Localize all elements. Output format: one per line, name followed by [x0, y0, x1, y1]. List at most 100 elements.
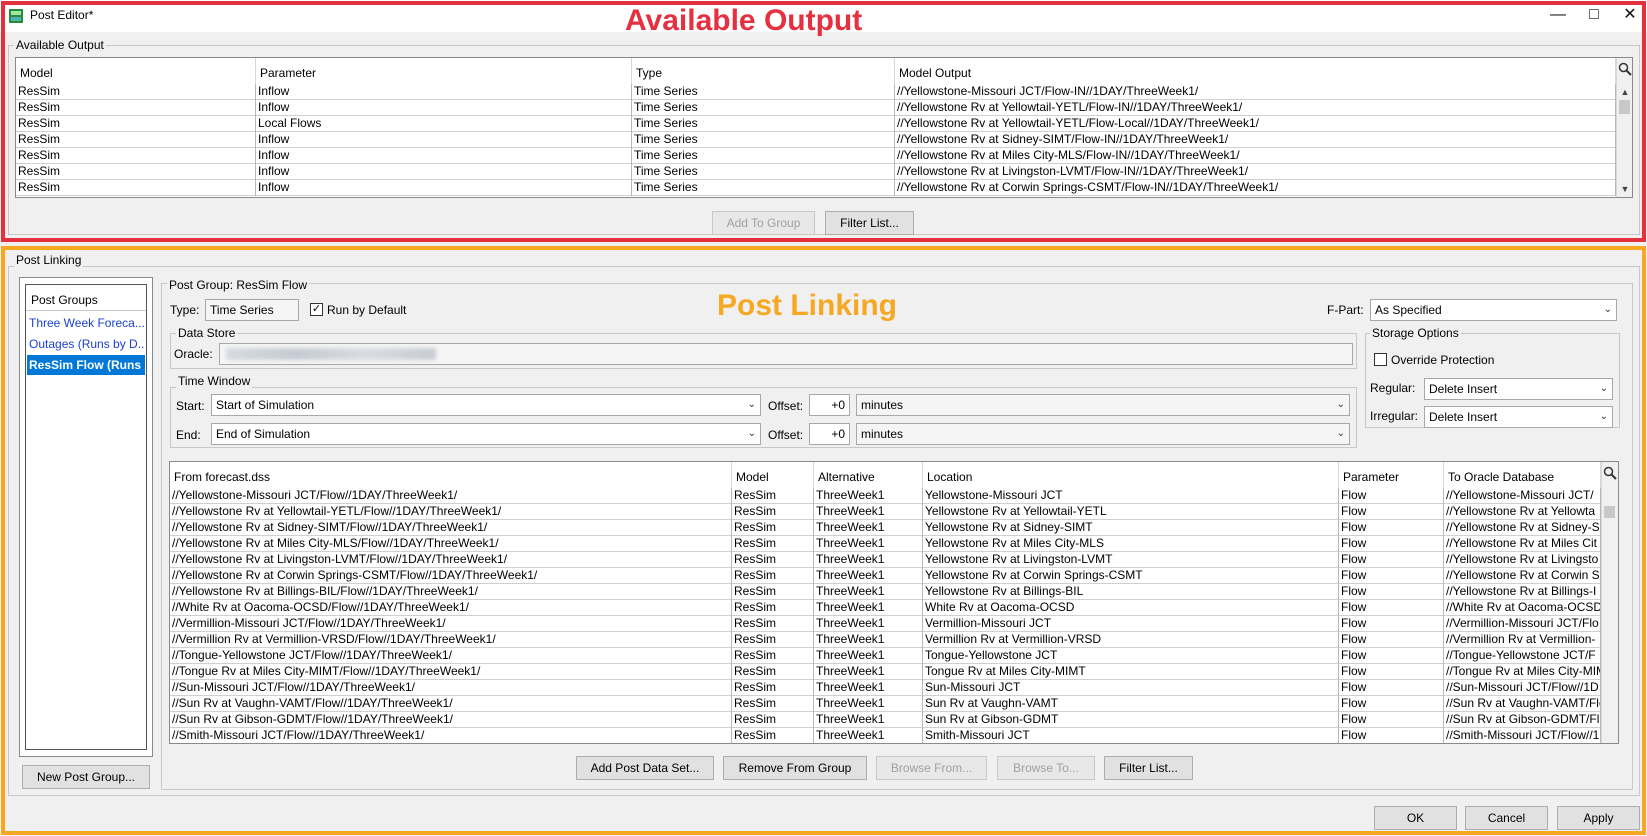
table-cell: //Yellowstone Rv at Yellowtail-YETL/Flow…	[895, 116, 1616, 132]
browse-to-button[interactable]: Browse To...	[997, 756, 1095, 780]
post-groups-list[interactable]: Post Groups Three Week Foreca... Outages…	[25, 284, 147, 750]
irregular-label: Irregular:	[1370, 409, 1419, 423]
post-group-item-selected[interactable]: ResSim Flow (Runs	[27, 355, 145, 375]
start-dropdown[interactable]: Start of Simulation ⌄	[211, 394, 761, 416]
remove-from-group-button[interactable]: Remove From Group	[723, 756, 867, 780]
table-cell: //Sun Rv at Vaughn-VAMT/Flow//1DAY/Three…	[170, 696, 732, 712]
table-cell: ResSim	[732, 632, 814, 648]
run-by-default-checkbox[interactable]: ✓	[310, 303, 323, 316]
table-cell: ResSim	[732, 520, 814, 536]
table-row[interactable]: //Yellowstone Rv at Billings-BIL/Flow//1…	[170, 584, 1601, 600]
table-cell: Sun Rv at Gibson-GDMT	[923, 712, 1339, 728]
chevron-down-icon: ⌄	[1599, 383, 1608, 394]
browse-from-button[interactable]: Browse From...	[876, 756, 987, 780]
column-header-parameter[interactable]: Parameter	[256, 58, 632, 84]
scrollbar-thumb[interactable]	[1619, 100, 1630, 114]
post-group-item[interactable]: Outages (Runs by D...	[27, 334, 145, 354]
ok-button[interactable]: OK	[1374, 806, 1457, 830]
column-header-type[interactable]: Type	[632, 58, 895, 84]
table-row[interactable]: //Sun-Missouri JCT/Flow//1DAY/ThreeWeek1…	[170, 680, 1601, 696]
table-row[interactable]: ResSim Inflow Time Series//Yellowstone Rv …	[16, 164, 1616, 180]
available-output-table[interactable]: Model Parameter Type Model Output ResSim…	[15, 57, 1633, 198]
end-offset-input[interactable]: +0	[809, 423, 850, 445]
regular-label: Regular:	[1370, 381, 1416, 395]
scroll-down-icon[interactable]: ▼	[1617, 182, 1632, 196]
chevron-down-icon: ⌄	[1599, 411, 1608, 422]
table-row[interactable]: //Smith-Missouri JCT/Flow//1DAY/ThreeWee…	[170, 728, 1601, 743]
table-row[interactable]: //Sun Rv at Vaughn-VAMT/Flow//1DAY/Three…	[170, 696, 1601, 712]
table-row[interactable]: //Vermillion Rv at Vermillion-VRSD/Flow/…	[170, 632, 1601, 648]
table-row[interactable]: //Yellowstone Rv at Livingston-LVMT/Flow…	[170, 552, 1601, 568]
table-row[interactable]: //Yellowstone Rv at Sidney-SIMT/Flow//1D…	[170, 520, 1601, 536]
irregular-dropdown[interactable]: Delete Insert ⌄	[1424, 406, 1613, 428]
cancel-button[interactable]: Cancel	[1465, 806, 1548, 830]
table-cell: ResSim	[16, 132, 256, 148]
apply-button[interactable]: Apply	[1557, 806, 1640, 830]
table-row[interactable]: ResSim Inflow Time Series//Yellowstone Rv …	[16, 180, 1616, 196]
table-row[interactable]: //Tongue-Yellowstone JCT/Flow//1DAY/Thre…	[170, 648, 1601, 664]
table-row[interactable]: ResSim Inflow Time Series//Yellowstone Rv …	[16, 100, 1616, 116]
end-units-dropdown[interactable]: minutes ⌄	[856, 423, 1350, 445]
column-header-location[interactable]: Location	[923, 462, 1339, 488]
add-to-group-button[interactable]: Add To Group	[712, 211, 815, 235]
table-cell: //Smith-Missouri JCT/Flow//1	[1446, 728, 1601, 743]
table-row[interactable]: //White Rv at Oacoma-OCSD/Flow//1DAY/Thr…	[170, 600, 1601, 616]
table-cell: //White Rv at Oacoma-OCSD	[1446, 600, 1601, 616]
table-row[interactable]: //Vermillion-Missouri JCT/Flow//1DAY/Thr…	[170, 616, 1601, 632]
table-row[interactable]: ResSim Local Flows Time Series//Yellowston…	[16, 116, 1616, 132]
table-cell: Flow	[1339, 536, 1444, 552]
close-icon[interactable]: ✕	[1618, 4, 1642, 26]
table-row[interactable]: //Yellowstone Rv at Yellowtail-YETL/Flow…	[170, 504, 1601, 520]
table-cell: //Yellowstone Rv at Livingston-LVMT/Flow…	[170, 552, 732, 568]
end-dropdown[interactable]: End of Simulation ⌄	[211, 423, 761, 445]
table-row[interactable]: //Yellowstone-Missouri JCT/Flow//1DAY/Th…	[170, 488, 1601, 504]
table-cell: Vermillion-Missouri JCT	[923, 616, 1339, 632]
available-output-scrollbar[interactable]: ▲ ▼	[1616, 58, 1632, 197]
table-cell: ResSim	[732, 488, 814, 504]
table-cell: ThreeWeek1	[814, 536, 923, 552]
post-linking-scrollbar[interactable]	[1601, 462, 1618, 743]
table-cell: ThreeWeek1	[814, 680, 923, 696]
column-header-parameter[interactable]: Parameter	[1339, 462, 1444, 488]
post-linking-label: Post Linking	[14, 253, 84, 267]
table-cell: Flow	[1339, 712, 1444, 728]
table-search-icon[interactable]	[1602, 462, 1618, 488]
start-offset-input[interactable]: +0	[809, 394, 850, 416]
override-protection-checkbox[interactable]	[1374, 353, 1387, 366]
table-cell: ResSim	[16, 84, 256, 100]
post-group-item[interactable]: Three Week Foreca...	[27, 313, 145, 333]
table-cell: ResSim	[732, 552, 814, 568]
table-row[interactable]: ResSim Inflow Time Series//Yellowstone Rv …	[16, 148, 1616, 164]
column-header-alternative[interactable]: Alternative	[814, 462, 923, 488]
table-row[interactable]: //Tongue Rv at Miles City-MIMT/Flow//1DA…	[170, 664, 1601, 680]
table-cell: Time Series	[632, 84, 895, 100]
filter-list-button[interactable]: Filter List...	[1104, 756, 1193, 780]
table-row[interactable]: //Yellowstone Rv at Corwin Springs-CSMT/…	[170, 568, 1601, 584]
table-cell: ThreeWeek1	[814, 664, 923, 680]
column-header-from-forecast[interactable]: From forecast.dss	[170, 462, 732, 488]
table-row[interactable]: //Yellowstone Rv at Miles City-MLS/Flow/…	[170, 536, 1601, 552]
end-units-value: minutes	[861, 427, 904, 441]
maximize-icon[interactable]: □	[1582, 4, 1606, 26]
fpart-dropdown[interactable]: As Specified ⌄	[1370, 299, 1617, 321]
table-row[interactable]: //Sun Rv at Gibson-GDMT/Flow//1DAY/Three…	[170, 712, 1601, 728]
column-header-to-oracle[interactable]: To Oracle Database	[1444, 462, 1601, 488]
column-header-model[interactable]: Model	[732, 462, 814, 488]
table-cell: Flow	[1339, 584, 1444, 600]
post-linking-table[interactable]: From forecast.dss Model Alternative Loca…	[169, 461, 1619, 744]
table-cell: //Yellowstone Rv at Billings-BIL/Flow//1…	[170, 584, 732, 600]
column-header-model-output[interactable]: Model Output	[895, 58, 1616, 84]
column-header-model[interactable]: Model	[16, 58, 256, 84]
regular-dropdown[interactable]: Delete Insert ⌄	[1424, 378, 1613, 400]
table-row[interactable]: ResSim Inflow Time Series//Yellowstone Rv …	[16, 132, 1616, 148]
chevron-down-icon: ⌄	[747, 399, 756, 410]
scrollbar-thumb[interactable]	[1604, 506, 1615, 518]
filter-list-button[interactable]: Filter List...	[825, 211, 914, 235]
minimize-icon[interactable]: —	[1546, 4, 1570, 26]
start-units-dropdown[interactable]: minutes ⌄	[856, 394, 1350, 416]
scroll-up-icon[interactable]: ▲	[1617, 85, 1632, 99]
table-row[interactable]: ResSim Inflow Time Series//Yellowstone-Mis…	[16, 84, 1616, 100]
add-post-data-set-button[interactable]: Add Post Data Set...	[576, 756, 714, 780]
new-post-group-button[interactable]: New Post Group...	[22, 765, 150, 789]
table-search-icon[interactable]	[1617, 58, 1632, 84]
